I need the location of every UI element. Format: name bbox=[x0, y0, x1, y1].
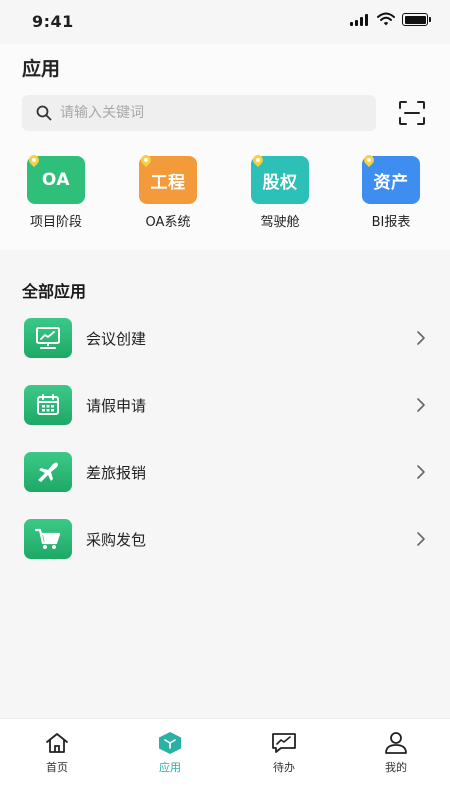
quick-app-bi-report[interactable]: 资产 BI报表 bbox=[341, 156, 441, 236]
status-time: 9:41 bbox=[32, 12, 74, 31]
chevron-right-icon bbox=[417, 465, 425, 479]
app-item-label: 请假申请 bbox=[86, 397, 147, 415]
search-input[interactable] bbox=[60, 95, 360, 131]
tab-label: 我的 bbox=[385, 761, 407, 774]
tab-apps[interactable]: 应用 bbox=[130, 731, 210, 775]
chevron-right-icon bbox=[417, 532, 425, 546]
bottom-tab-bar: 首页 应用 待办 我的 bbox=[0, 718, 450, 800]
presentation-board-icon bbox=[24, 318, 72, 358]
chevron-right-icon bbox=[417, 398, 425, 412]
quick-app-label: 驾驶舱 bbox=[260, 215, 300, 230]
quick-app-tile: 资产 bbox=[362, 156, 420, 204]
chevron-right-icon bbox=[417, 331, 425, 345]
app-item-label: 会议创建 bbox=[86, 330, 147, 348]
wifi-icon bbox=[377, 12, 395, 26]
quick-app-project-stage[interactable]: OA 项目阶段 bbox=[6, 156, 106, 236]
status-bar: 9:41 bbox=[0, 0, 450, 44]
user-icon bbox=[385, 732, 407, 754]
tab-profile[interactable]: 我的 bbox=[356, 731, 436, 775]
quick-app-label: 项目阶段 bbox=[29, 215, 82, 230]
shopping-cart-icon bbox=[24, 519, 72, 559]
chart-message-icon bbox=[272, 733, 296, 753]
airplane-icon bbox=[24, 452, 72, 492]
calendar-icon bbox=[24, 385, 72, 425]
tab-todo[interactable]: 待办 bbox=[244, 731, 324, 775]
tab-label: 首页 bbox=[46, 761, 68, 774]
tab-home[interactable]: 首页 bbox=[17, 731, 97, 775]
home-icon bbox=[46, 733, 68, 753]
quick-app-tile: OA bbox=[27, 156, 85, 204]
app-item-label: 差旅报销 bbox=[86, 464, 147, 482]
tab-label: 应用 bbox=[159, 761, 181, 774]
quick-app-tile: 股权 bbox=[251, 156, 309, 204]
all-apps-title: 全部应用 bbox=[22, 282, 87, 301]
quick-app-label: BI报表 bbox=[371, 215, 411, 230]
quick-app-label: OA系统 bbox=[145, 215, 191, 230]
app-item-procurement[interactable]: 采购发包 bbox=[0, 519, 450, 575]
quick-app-oa-system[interactable]: 工程 OA系统 bbox=[118, 156, 218, 236]
page-title: 应用 bbox=[22, 58, 61, 80]
app-item-leave-request[interactable]: 请假申请 bbox=[0, 385, 450, 441]
battery-icon bbox=[402, 13, 431, 26]
apps-cube-icon bbox=[159, 732, 181, 754]
quick-app-tile: 工程 bbox=[139, 156, 197, 204]
app-item-label: 采购发包 bbox=[86, 531, 147, 549]
app-item-meeting[interactable]: 会议创建 bbox=[0, 318, 450, 374]
search-bar[interactable] bbox=[22, 95, 376, 131]
tab-label: 待办 bbox=[273, 761, 295, 774]
signal-icon bbox=[350, 14, 372, 26]
app-item-travel-reimbursement[interactable]: 差旅报销 bbox=[0, 452, 450, 508]
quick-app-cockpit[interactable]: 股权 驾驶舱 bbox=[230, 156, 330, 236]
scan-icon[interactable] bbox=[398, 100, 426, 126]
search-icon bbox=[36, 105, 52, 121]
